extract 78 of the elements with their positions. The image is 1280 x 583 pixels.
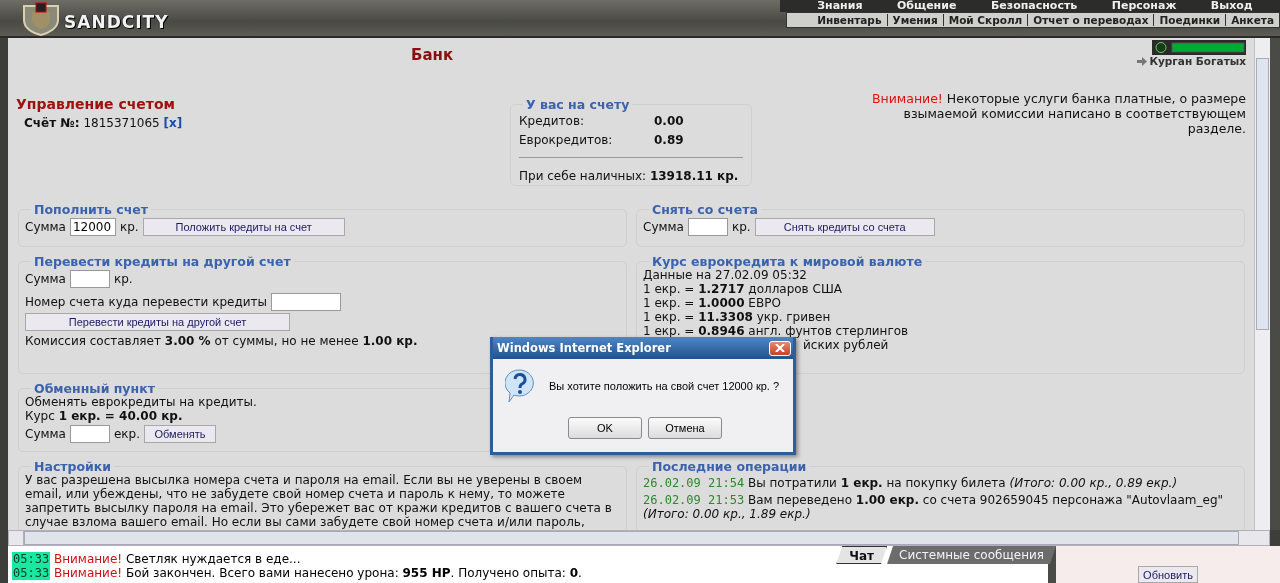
field-label: При себе наличных: bbox=[519, 168, 647, 183]
chat-tab[interactable]: Чат bbox=[836, 546, 888, 564]
field-label: екр. bbox=[113, 427, 140, 441]
field-label: Сумма bbox=[643, 220, 684, 234]
section-heading: Настройки bbox=[33, 460, 113, 473]
section-heading: Последние операции bbox=[651, 460, 808, 473]
notice-text: Внимание! Некоторые услуги банка платные, о размере взымаемой комиссии написано в соответствующем разделе. bbox=[870, 91, 1246, 136]
chat-message: 05:33 Внимание! Бой закончен. Всего вами нанесено урона: 955 HP. Получено опыта: 0. bbox=[12, 566, 582, 580]
submenu-link[interactable]: Поединки bbox=[1153, 14, 1226, 26]
rate-line: 1 екр. = 1.0000 ЕВРО bbox=[643, 296, 781, 310]
arrow-icon bbox=[1137, 56, 1148, 66]
question-icon bbox=[505, 369, 535, 403]
menu-link[interactable]: Персонаж bbox=[1111, 0, 1177, 12]
horizontal-scrollbar[interactable] bbox=[8, 530, 1270, 546]
location-link[interactable]: Курган Богатых bbox=[1149, 55, 1246, 67]
fee-text: Комиссия составляет 3.00 % от суммы, но не менее 1.00 кр. bbox=[25, 334, 418, 348]
operation-entry: 26.02.09 21:53 Вам переведено 1.00 екр. со счета 902659045 персонажа "Autovlaam_eg" (Итого: 0.00 кр., 1.89 екр.) bbox=[643, 493, 1224, 521]
menu-link[interactable]: Общение bbox=[896, 0, 957, 12]
menu-link[interactable]: Знания bbox=[817, 0, 863, 12]
field-label: Сумма bbox=[25, 220, 66, 234]
balance-value: 0.89 bbox=[654, 132, 684, 147]
submenu-link[interactable]: Анкета bbox=[1225, 14, 1279, 26]
amount-field[interactable] bbox=[69, 270, 110, 288]
section-heading: У вас на счету bbox=[525, 98, 631, 111]
amount-field[interactable] bbox=[69, 425, 110, 443]
submenu-link[interactable]: Мой Скролл bbox=[942, 14, 1028, 26]
field-label: Счёт №: bbox=[24, 116, 80, 130]
rate-date: Данные на 27.02.09 05:32 bbox=[643, 268, 807, 282]
close-link[interactable]: [x] bbox=[163, 116, 183, 130]
field-label: Кредитов: bbox=[519, 113, 586, 128]
field-label: Сумма bbox=[25, 272, 66, 286]
amount-field[interactable] bbox=[687, 218, 728, 236]
cash-value: 13918.11 кр. bbox=[649, 168, 739, 183]
amount-field[interactable]: 12000 bbox=[69, 218, 116, 236]
submenu-link[interactable]: Инвентарь bbox=[812, 14, 887, 26]
settings-text: У вас разрешена высылка номера счета и пароля на email. Если вы не уверены в своем email, или убеждены, что не забудете свой номер счета и пароль к нему, то можете запретить высылку пароля на email. Это убережет вас от кражи кредитов с вашего счета в случае взлома вашего email. Но если вы сами забудете свой номер счета и/или пароль, bbox=[25, 473, 613, 529]
action-button[interactable]: Положить кредиты на счет bbox=[142, 218, 345, 236]
field-label: кр. bbox=[113, 272, 133, 286]
rate-text: Курс 1 екр. = 40.00 кр. bbox=[25, 409, 183, 423]
operation-entry: 26.02.09 21:54 Вы потратили 1 екр. на покупку билета (Итого: 0.00 кр., 0.89 екр.) bbox=[643, 476, 1178, 490]
chat-tab[interactable]: Системные сообщения bbox=[887, 546, 1056, 564]
dialog-message: Вы хотите положить на свой счет 12000 кр. ? bbox=[549, 380, 780, 392]
field-label: Номер счета куда перевести кредиты bbox=[25, 295, 267, 309]
amount-field[interactable] bbox=[270, 293, 341, 311]
rate-line: йских рублей bbox=[803, 338, 889, 352]
logo-text: SANDCITY bbox=[64, 12, 169, 34]
chat-message: 05:33 Внимание! Светляк нуждается в еде... bbox=[12, 552, 301, 566]
action-button[interactable]: Перевести кредиты на другой счет bbox=[25, 313, 290, 331]
action-button[interactable]: Обменять bbox=[144, 425, 216, 443]
rate-line: 1 екр. = 11.3308 укр. гривен bbox=[643, 310, 831, 324]
account-number: 1815371065 bbox=[83, 116, 160, 130]
dialog-button[interactable]: Отмена bbox=[648, 417, 722, 439]
rate-line: 1 екр. = 0.8946 англ. фунтов стерлингов bbox=[643, 324, 909, 338]
submenu-link[interactable]: Умения bbox=[886, 14, 943, 26]
field-label: Сумма bbox=[25, 427, 66, 441]
submenu-link[interactable]: Отчет о переводах bbox=[1027, 14, 1154, 26]
gauge-icon bbox=[1152, 40, 1246, 55]
close-icon[interactable] bbox=[769, 340, 791, 356]
section-heading: Обменный пункт bbox=[33, 382, 156, 395]
action-button[interactable]: Снять кредиты со счета bbox=[754, 218, 935, 236]
refresh-button[interactable]: Обновить bbox=[1138, 566, 1198, 583]
field-label: кр. bbox=[119, 220, 139, 234]
section-heading: Пополнить счет bbox=[33, 203, 150, 216]
dialog-titlebar: Windows Internet Explorer bbox=[493, 337, 793, 359]
balance-value: 0.00 bbox=[654, 113, 684, 128]
section-heading: Перевести кредиты на другой счет bbox=[33, 255, 292, 268]
section-heading: Управление счетом bbox=[16, 96, 175, 112]
dialog-button[interactable]: OK bbox=[568, 417, 642, 439]
page-title: Банк bbox=[411, 46, 454, 64]
menu-link[interactable]: Выход bbox=[1210, 0, 1253, 12]
section-heading: Снять со счета bbox=[651, 203, 759, 216]
menu-link[interactable]: Безопасность bbox=[990, 0, 1078, 12]
rate-line: 1 екр. = 1.2717 долларов США bbox=[643, 282, 842, 296]
field-label: кр. bbox=[731, 220, 751, 234]
vertical-scrollbar[interactable] bbox=[1254, 38, 1270, 530]
exchange-text: Обменять еврокредиты на кредиты. bbox=[25, 395, 257, 409]
section-heading: Курс еврокредита к мировой валюте bbox=[651, 255, 924, 268]
field-label: Еврокредитов: bbox=[519, 132, 614, 147]
